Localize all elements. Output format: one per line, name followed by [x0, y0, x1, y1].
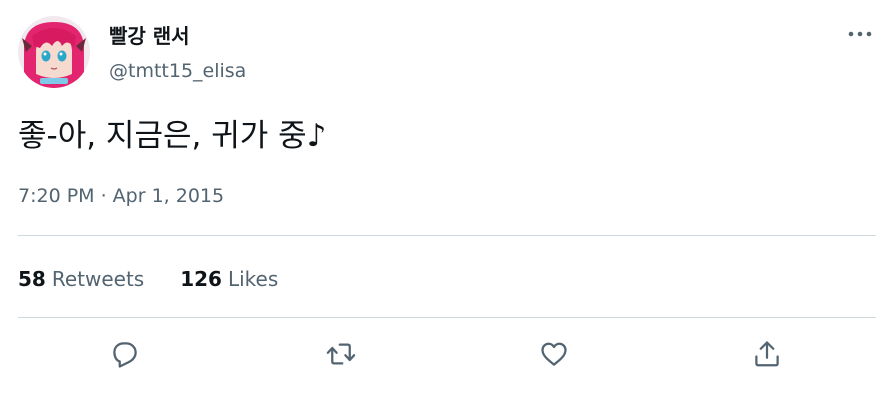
tweet-text: 좋-아, 지금은, 귀가 중♪ — [18, 118, 327, 154]
likes-label: Likes — [227, 267, 279, 291]
divider — [18, 317, 876, 318]
like-button[interactable] — [533, 333, 575, 375]
author-display-name[interactable]: 빨강 랜서 — [109, 23, 190, 49]
tweet-stats: 58 Retweets 126 Likes — [18, 265, 314, 293]
divider — [18, 235, 876, 236]
share-icon — [755, 341, 779, 367]
share-button[interactable] — [746, 333, 788, 375]
heart-icon — [541, 342, 567, 366]
likes-stat[interactable]: 126 Likes — [180, 265, 278, 293]
more-button[interactable] — [842, 20, 878, 48]
avatar[interactable] — [18, 16, 90, 88]
retweets-label: Retweets — [51, 267, 145, 291]
avatar-image — [18, 16, 90, 88]
retweets-count: 58 — [18, 267, 46, 291]
retweets-stat[interactable]: 58 Retweets — [18, 265, 144, 293]
reply-icon — [113, 342, 137, 368]
reply-button[interactable] — [104, 333, 146, 375]
retweet-button[interactable] — [320, 333, 362, 375]
more-icon — [848, 31, 872, 37]
author-handle[interactable]: @tmtt15_elisa — [109, 59, 246, 83]
likes-count: 126 — [180, 267, 222, 291]
tweet-timestamp[interactable]: 7:20 PM · Apr 1, 2015 — [18, 183, 224, 209]
retweet-icon — [326, 343, 356, 365]
